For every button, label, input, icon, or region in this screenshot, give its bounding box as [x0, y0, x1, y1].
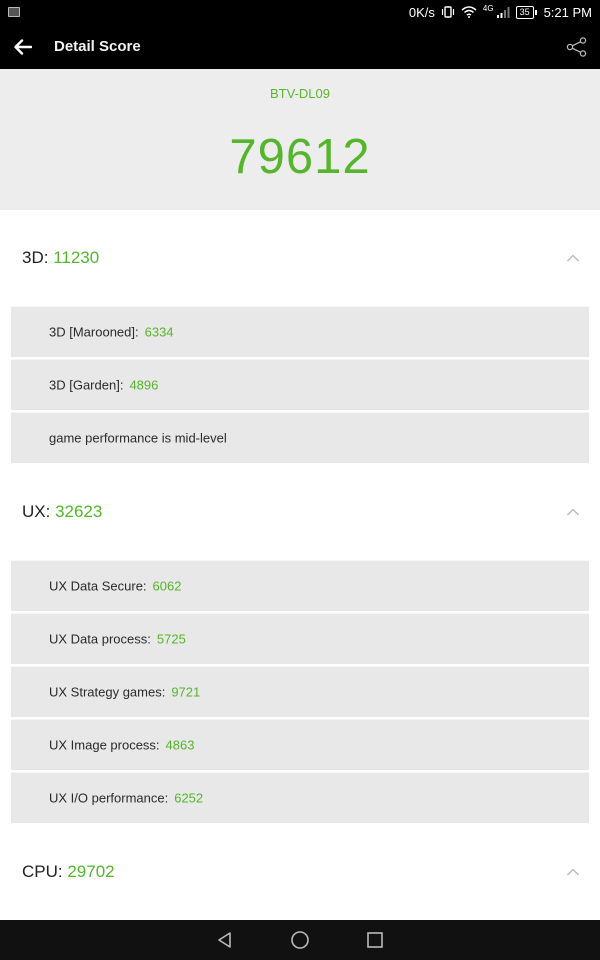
sub-item-label: UX I/O performance:: [49, 790, 169, 806]
list-item: 3D [Marooned]: 6334: [11, 306, 589, 357]
triangle-back-icon[interactable]: [216, 931, 234, 949]
share-icon: [566, 37, 587, 57]
section-3d-title: 3D:: [22, 248, 54, 267]
section-ux-list: UX Data Secure: 6062 UX Data process: 5725…: [0, 560, 600, 824]
section-3d-list: 3D [Marooned]: 6334 3D [Garden]: 4896 game…: [0, 306, 600, 464]
sub-item-label: UX Strategy games:: [49, 684, 166, 700]
list-item: UX Data Secure: 6062: [11, 560, 589, 611]
network-type: 4G: [482, 3, 494, 13]
section-cpu-header[interactable]: CPU: 29702: [0, 824, 600, 920]
section-cpu-title: CPU:: [22, 862, 68, 881]
score-header: BTV-DL09 79612: [0, 69, 600, 210]
arrow-left-icon: [14, 38, 32, 55]
sub-item-label: 3D [Marooned]:: [49, 324, 139, 340]
sub-item-label: UX Image process:: [49, 737, 160, 753]
app-bar: Detail Score: [0, 24, 600, 69]
device-name: BTV-DL09: [270, 86, 330, 101]
list-item: UX I/O performance: 6252: [11, 772, 589, 823]
sub-item-score: 6252: [174, 790, 204, 806]
sub-item-score: 4896: [129, 377, 159, 393]
section-ux-title: UX:: [22, 502, 56, 521]
system-nav-bar: [0, 920, 600, 960]
sub-item-score: 6062: [152, 578, 182, 594]
sub-item-label: 3D [Garden]:: [49, 377, 124, 393]
page-title: Detail Score: [54, 38, 141, 55]
section-cpu-score: 29702: [67, 862, 115, 881]
section-ux-header[interactable]: UX: 32623: [0, 464, 600, 560]
section-ux-label: UX: 32623: [22, 502, 102, 522]
section-ux-score: 32623: [55, 502, 103, 521]
sub-item-score: 9721: [171, 684, 201, 700]
chevron-up-icon: [566, 868, 580, 876]
chevron-up-icon: [566, 254, 580, 262]
sub-item-score: 4863: [165, 737, 195, 753]
notification-icon: [8, 7, 20, 17]
signal-icon: [496, 7, 510, 18]
list-item: UX Strategy games: 9721: [11, 666, 589, 717]
sub-item-label: UX Data Secure:: [49, 578, 147, 594]
battery-indicator: 35: [515, 5, 537, 19]
clock: 5:21 PM: [543, 4, 592, 20]
circle-home-icon[interactable]: [290, 930, 310, 950]
chevron-up-icon: [566, 508, 580, 516]
status-bar: 0K/s 4G 35 5:21 PM: [0, 0, 600, 24]
share-button[interactable]: [566, 36, 588, 58]
network-speed: 0K/s: [408, 4, 435, 20]
list-item: UX Image process: 4863: [11, 719, 589, 770]
list-item: 3D [Garden]: 4896: [11, 359, 589, 410]
section-3d-score: 11230: [53, 248, 100, 267]
sub-item-score: 6334: [144, 324, 174, 340]
sub-item-label: UX Data process:: [49, 631, 151, 647]
wifi-icon: [461, 6, 477, 18]
vibrate-icon: [441, 6, 454, 18]
sub-item-score: 5725: [156, 631, 186, 647]
total-score: 79612: [229, 130, 371, 184]
back-button[interactable]: [0, 24, 46, 69]
list-item: game performance is mid-level: [11, 412, 589, 463]
square-recents-icon[interactable]: [366, 931, 384, 949]
section-cpu-label: CPU: 29702: [22, 862, 115, 882]
section-3d-header[interactable]: 3D: 11230: [0, 210, 600, 306]
list-item: UX Data process: 5725: [11, 613, 589, 664]
performance-note: game performance is mid-level: [49, 430, 227, 446]
section-3d-label: 3D: 11230: [22, 248, 99, 268]
